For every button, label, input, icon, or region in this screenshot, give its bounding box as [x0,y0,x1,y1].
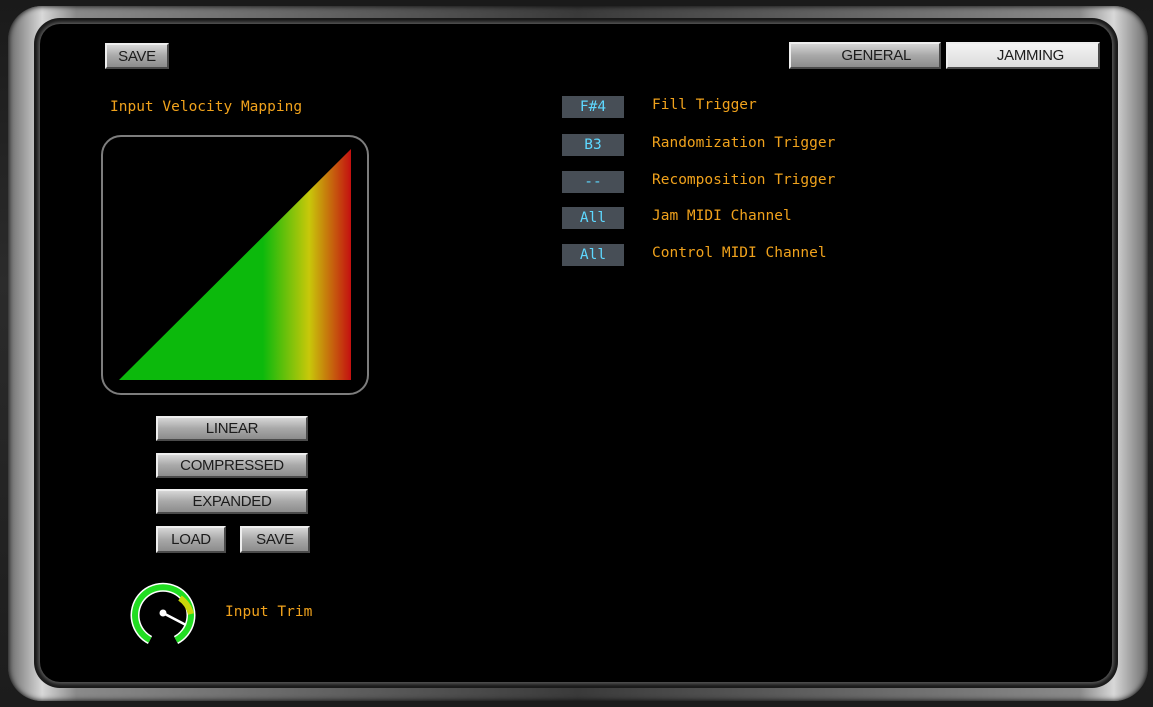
randomization-trigger-label: Randomization Trigger [652,135,836,151]
linear-button[interactable]: LINEAR [156,416,308,441]
control-midi-channel-label: Control MIDI Channel [652,245,827,261]
fill-trigger-label: Fill Trigger [652,97,757,113]
input-trim-label: Input Trim [225,604,313,620]
control-midi-channel-value[interactable]: All [562,244,624,266]
recomposition-trigger-label: Recomposition Trigger [652,172,836,188]
jam-midi-channel-value[interactable]: All [562,207,624,229]
jam-midi-channel-label: Jam MIDI Channel [652,208,792,224]
top-save-button[interactable]: SAVE [105,43,169,69]
velocity-curve [119,149,351,380]
input-trim-knob-icon[interactable] [128,578,198,648]
compressed-button[interactable]: COMPRESSED [156,453,308,478]
fill-trigger-value[interactable]: F#4 [562,96,624,118]
velocity-curve-graph[interactable] [101,135,369,395]
tab-jamming[interactable]: JAMMING [946,42,1100,69]
curve-save-button[interactable]: SAVE [240,526,310,553]
tab-general[interactable]: GENERAL [789,42,941,69]
velocity-mapping-title: Input Velocity Mapping [110,99,303,115]
load-button[interactable]: LOAD [156,526,226,553]
recomposition-trigger-value[interactable]: -- [562,171,624,193]
expanded-button[interactable]: EXPANDED [156,489,308,514]
randomization-trigger-value[interactable]: B3 [562,134,624,156]
